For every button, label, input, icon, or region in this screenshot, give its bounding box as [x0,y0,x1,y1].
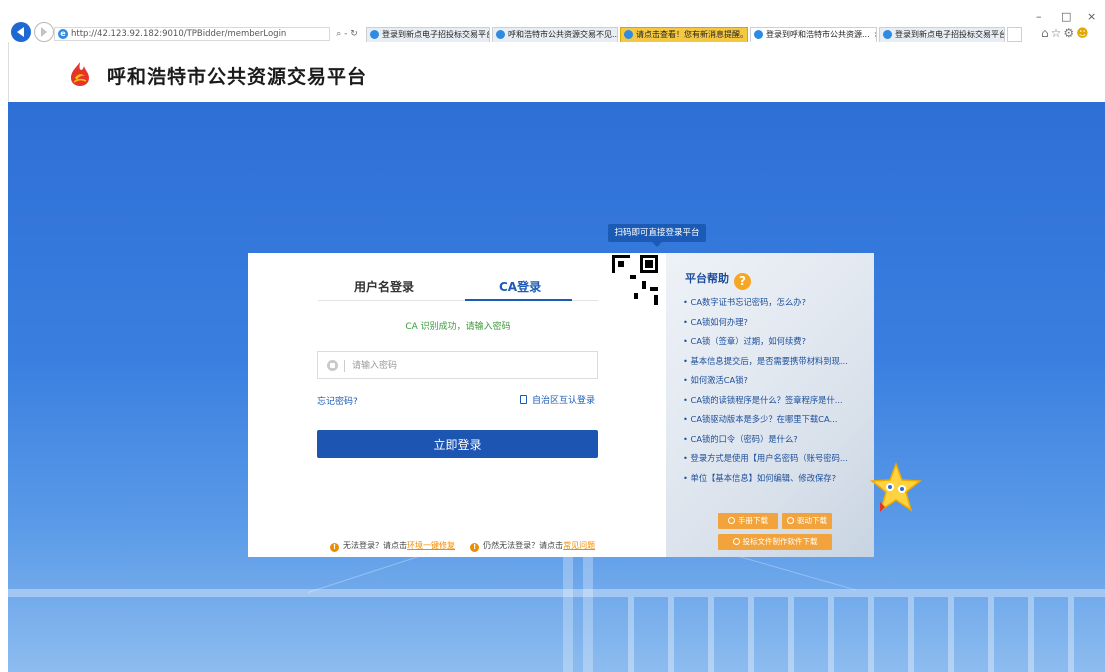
bridge-pillar [708,597,714,672]
region-login-label: 自治区互认登录 [532,396,596,406]
tab-3-notification[interactable]: 请点击查看！您有新消息提醒。 [620,27,748,42]
tab-5-ie-icon [883,30,892,39]
download-icon [732,538,740,545]
help-item[interactable]: 基本信息提交后，是否需要携带材料到现... [683,352,869,372]
warning-icon: ! [470,543,480,552]
help-item[interactable]: CA锁如何办理? [683,313,869,333]
tab-3-label: 请点击查看！您有新消息提醒。 [636,30,748,39]
tab-close-icon[interactable]: × [874,30,876,39]
help-panel-title: 平台帮助? [685,270,751,290]
tab-5[interactable]: 登录到新点电子招投标交易平台 [879,27,1005,42]
active-tab-indicator [465,299,572,301]
door-icon [520,395,527,404]
driver-download-button[interactable]: 驱动下载 [782,513,832,529]
qr-code-image[interactable] [610,253,660,307]
tab-1-ie-icon [370,30,379,39]
tab-username-login[interactable]: 用户名登录 [354,278,414,295]
help-item[interactable]: CA锁（签章）过期，如何续费? [683,332,869,352]
tab-5-label: 登录到新点电子招投标交易平台 [895,30,1005,39]
minimize-button[interactable]: – [1036,10,1042,23]
star-mascot-icon [869,461,923,512]
help-item[interactable]: CA锁的读锁程序是什么？签章程序是什... [683,391,869,411]
help-list: CA数字证书忘记密码，怎么办? CA锁如何办理? CA锁（签章）过期，如何续费?… [683,293,869,488]
question-icon: ? [734,273,751,290]
help-text-1: 无法登录？请点击 [343,541,407,550]
download-icon [728,517,735,524]
tab-4-ie-icon [754,30,763,39]
tab-ca-login[interactable]: CA登录 [499,278,541,295]
bridge-pillar [908,597,914,672]
tab-2-ie-icon [496,30,505,39]
qr-login-tip: 扫码即可直接登录平台 [608,224,706,247]
ca-status-message: CA 识别成功，请输入密码 [405,322,511,332]
login-submit-button[interactable]: 立即登录 [317,430,598,458]
bridge-pillar [1068,597,1074,672]
site-title: 呼和浩特市公共资源交易平台 [107,66,368,88]
help-item[interactable]: CA数字证书忘记密码，怎么办? [683,293,869,313]
help-item[interactable]: 如何激活CA锁? [683,371,869,391]
tab-2-label: 呼和浩特市公共资源交易不见... [508,30,618,39]
lock-icon [327,360,338,371]
browser-toolbar: ⌂☆⚙☻ [1041,26,1091,40]
bid-tool-download-label: 投标文件制作软件下载 [742,537,818,546]
password-field[interactable] [317,351,598,379]
warning-icon: ! [330,543,339,552]
help-item[interactable]: 单位【基本信息】如何编辑、修改保存? [683,469,869,489]
help-panel: 平台帮助? CA数字证书忘记密码，怎么办? CA锁如何办理? CA锁（签章）过期… [666,253,874,557]
bridge-pillar [628,597,634,672]
tab-2[interactable]: 呼和浩特市公共资源交易不见... [492,27,618,42]
bridge-pillar [668,597,674,672]
tab-strip: 登录到新点电子招投标交易平台 呼和浩特市公共资源交易不见... 请点击查看！您有… [366,27,1022,42]
tab-4-active[interactable]: 登录到呼和浩特市公共资源... × [750,27,877,42]
manual-download-button[interactable]: 手册下载 [718,513,778,529]
forward-button[interactable] [34,22,54,42]
forgot-password-link[interactable]: 忘记密码? [317,394,358,407]
password-input[interactable] [350,356,594,376]
driver-download-label: 驱动下载 [797,516,827,525]
maximize-button[interactable]: □ [1061,10,1071,23]
tab-1[interactable]: 登录到新点电子招投标交易平台 [366,27,490,42]
search-refresh-icons[interactable]: ⌕ - ↻ [330,27,364,41]
address-bar[interactable]: e http://42.123.92.182:9010/TPBidder/mem… [54,27,330,41]
login-help-line: ! 无法登录？请点击环境一键修复 ! 仍然无法登录？请点击常见问题 [330,540,595,552]
download-icon [787,517,794,524]
region-mutual-login-link[interactable]: 自治区互认登录 [520,393,595,406]
manual-download-label: 手册下载 [738,516,768,525]
tab-1-label: 登录到新点电子招投标交易平台 [382,30,490,39]
bridge-pillar [828,597,834,672]
site-header: 呼和浩特市公共资源交易平台 [8,42,1105,102]
bridge-pillar [1028,597,1034,672]
bridge-pillar [948,597,954,672]
bridge-pillar [748,597,754,672]
bridge-pillar [988,597,994,672]
env-repair-link[interactable]: 环境一键修复 [407,541,455,550]
tab-4-label: 登录到呼和浩特市公共资源... [766,30,870,39]
help-text-2: 仍然无法登录？请点击 [483,541,564,550]
star-icon[interactable]: ☆ [1051,26,1064,40]
help-title-text: 平台帮助 [685,272,729,285]
bid-tool-download-button[interactable]: 投标文件制作软件下载 [718,534,832,550]
gear-icon[interactable]: ⚙ [1063,26,1076,40]
field-separator [344,360,345,372]
bridge-pillar [788,597,794,672]
new-tab-button[interactable] [1007,27,1022,42]
tab-3-ie-icon [624,30,633,39]
ie-page-icon: e [58,29,68,39]
bridge-pillar [868,597,874,672]
flame-logo-icon [71,62,89,86]
close-window-button[interactable]: × [1087,10,1096,23]
home-icon[interactable]: ⌂ [1041,26,1051,40]
help-item[interactable]: CA锁的口令（密码）是什么? [683,430,869,450]
help-item[interactable]: CA锁驱动版本是多少？在哪里下载CA... [683,410,869,430]
faq-link[interactable]: 常见问题 [563,541,595,550]
smiley-icon[interactable]: ☻ [1076,26,1091,40]
help-item[interactable]: 登录方式是使用【用户名密码（账号密码... [683,449,869,469]
back-button[interactable] [11,22,31,42]
browser-chrome: e http://42.123.92.182:9010/TPBidder/mem… [0,0,1105,42]
bridge-deck [8,589,1105,597]
address-url[interactable]: http://42.123.92.182:9010/TPBidder/membe… [71,29,286,39]
